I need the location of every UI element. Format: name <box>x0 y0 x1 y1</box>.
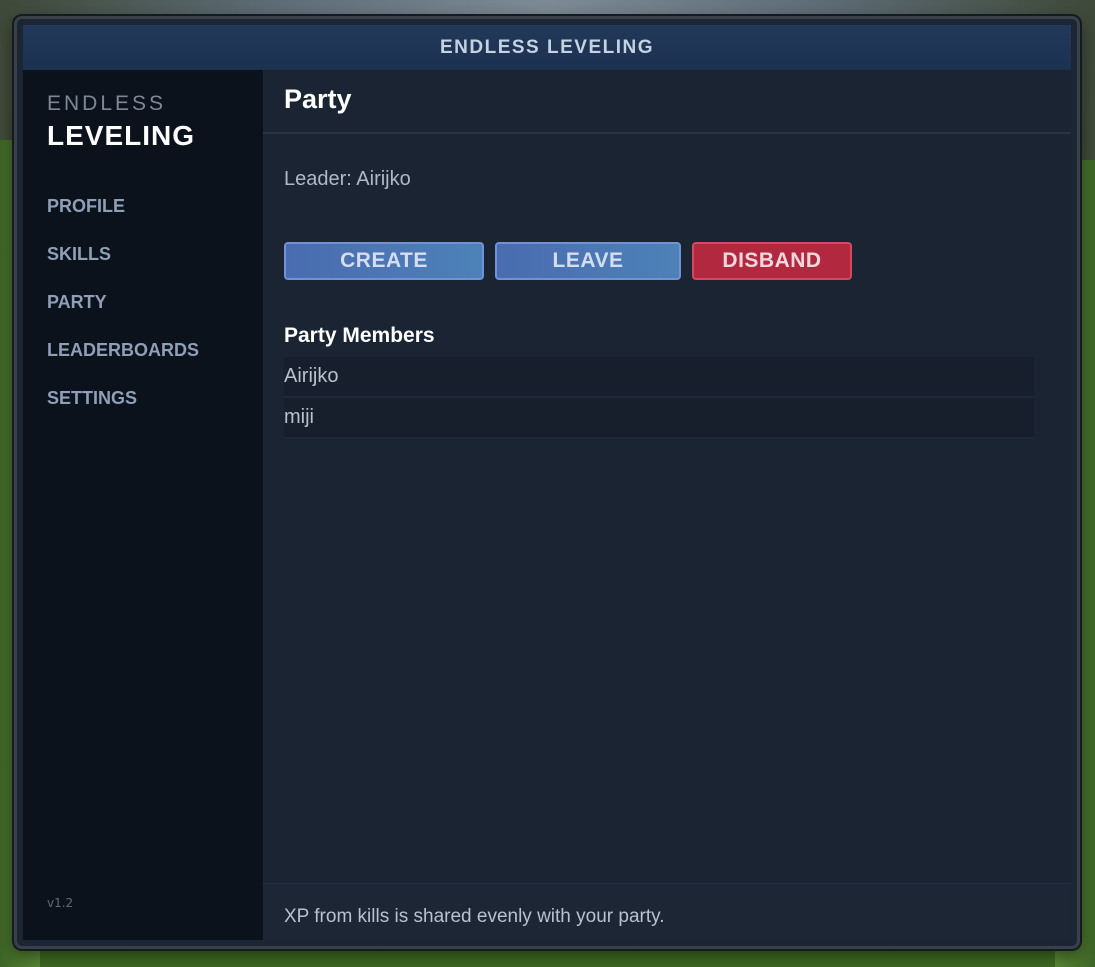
party-leader-label: Leader: Airijko <box>284 168 411 190</box>
disband-button[interactable]: DISBAND <box>692 242 852 280</box>
main-panel: Party Leader: Airijko CREATE LEAVE DISBA… <box>263 70 1071 940</box>
brand-title: LEVELING <box>47 120 196 151</box>
page-header: Party <box>263 70 1071 134</box>
brand-subtitle: ENDLESS <box>47 92 167 115</box>
sidebar-item-profile[interactable]: PROFILE <box>47 194 199 242</box>
footer-hint: XP from kills is shared evenly with your… <box>284 906 665 927</box>
sidebar-item-party[interactable]: PARTY <box>47 290 199 338</box>
party-members-list: Airijko miji <box>284 357 1034 439</box>
title-bar: ENDLESS LEVELING <box>23 25 1071 71</box>
sidebar-item-skills[interactable]: SKILLS <box>47 242 199 290</box>
window-title: ENDLESS LEVELING <box>439 36 655 58</box>
page-title: Party <box>284 84 352 114</box>
version-label: v1.2 <box>47 896 74 910</box>
list-item: Airijko <box>284 357 1034 398</box>
sidebar: ENDLESS LEVELING PROFILE SKILLS PARTY LE… <box>23 70 263 940</box>
sidebar-nav: PROFILE SKILLS PARTY LEADERBOARDS SETTIN… <box>47 194 199 434</box>
info-footer: XP from kills is shared evenly with your… <box>263 883 1071 940</box>
endless-leveling-window: ENDLESS LEVELING ENDLESS LEVELING PROFIL… <box>14 16 1080 949</box>
party-actions: CREATE LEAVE DISBAND <box>284 242 852 280</box>
party-members-heading: Party Members <box>284 324 435 347</box>
create-button[interactable]: CREATE <box>284 242 484 280</box>
leave-button[interactable]: LEAVE <box>495 242 681 280</box>
sidebar-item-leaderboards[interactable]: LEADERBOARDS <box>47 338 199 386</box>
sidebar-item-settings[interactable]: SETTINGS <box>47 386 199 434</box>
list-item: miji <box>284 398 1034 439</box>
